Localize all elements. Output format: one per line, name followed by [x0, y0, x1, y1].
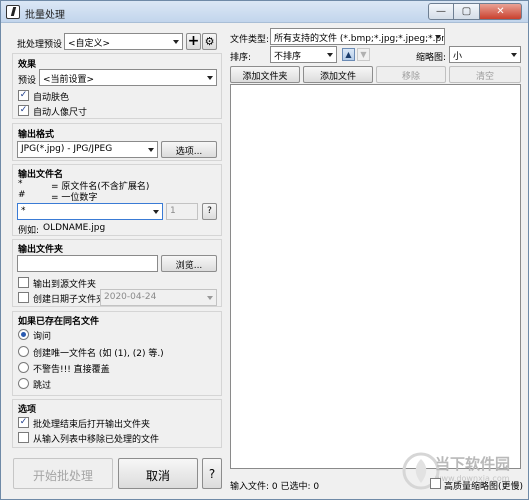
effects-title: 效果	[18, 60, 37, 70]
close-button[interactable]: ✕	[480, 3, 522, 20]
sort-descending-button[interactable]: ▼	[357, 48, 370, 61]
exists-option-skip[interactable]	[18, 378, 29, 389]
thumbnail-size-value: 小	[453, 52, 463, 62]
to-source-label: 输出到源文件夹	[33, 280, 97, 290]
add-file-button[interactable]: 添加文件	[303, 66, 373, 83]
exists-option-label: 询问	[33, 332, 52, 342]
output-format-select[interactable]: JPG(*.jpg) - JPG/JPEG	[17, 141, 158, 158]
help-button[interactable]: ?	[202, 458, 222, 489]
options-title: 选项	[18, 405, 37, 415]
effects-preset-value: <当前设置>	[43, 75, 95, 85]
browse-button[interactable]: 浏览...	[161, 255, 217, 272]
remove-button[interactable]: 移除	[376, 66, 446, 83]
cancel-button[interactable]: 取消	[118, 458, 198, 489]
output-format-value: JPG(*.jpg) - JPG/JPEG	[21, 144, 113, 154]
preset-settings-button[interactable]: ⚙	[202, 33, 217, 50]
output-folder-title: 输出文件夹	[18, 245, 64, 255]
add-folder-button[interactable]: 添加文件夹	[230, 66, 300, 83]
chevron-down-icon	[207, 296, 213, 300]
sort-value: 不排序	[274, 52, 302, 62]
window-controls: — ▢ ✕	[428, 3, 522, 20]
file-type-label: 文件类型:	[230, 35, 270, 45]
chevron-down-icon	[327, 53, 333, 57]
exists-option-overwrite[interactable]	[18, 362, 29, 373]
remove-processed-label: 从输入列表中移除已处理的文件	[33, 435, 160, 445]
sort-select[interactable]: 不排序	[270, 46, 337, 63]
add-preset-button[interactable]: +	[186, 33, 201, 50]
clear-button[interactable]: 清空	[449, 66, 521, 83]
auto-size-label: 自动人像尺寸	[33, 108, 88, 118]
chevron-down-icon	[148, 148, 154, 152]
filename-pattern-value: *	[21, 206, 26, 216]
date-subfolder-label: 创建日期子文件夹	[33, 295, 106, 305]
exists-option-label: 跳过	[33, 381, 52, 391]
chevron-down-icon	[153, 210, 159, 214]
exists-option-label: 不警告!!! 直接覆盖	[33, 365, 110, 375]
date-format-select[interactable]: 2020-04-24	[100, 289, 217, 306]
file-type-value: 所有支持的文件 (*.bmp;*.jpg;*.jpeg;*.png;*	[274, 34, 445, 44]
effects-preset-select[interactable]: <当前设置>	[39, 69, 217, 86]
example-label: 例如:	[18, 226, 40, 236]
chevron-down-icon	[511, 53, 517, 57]
hq-thumbnail-checkbox[interactable]	[430, 478, 441, 489]
start-number-field[interactable]: 1	[166, 203, 198, 220]
date-format-value: 2020-04-24	[104, 292, 157, 302]
filename-pattern-combo[interactable]: *	[17, 203, 163, 220]
thumbnail-label: 缩略图:	[416, 53, 447, 63]
app-icon	[6, 5, 20, 19]
watermark-title: 当下软件园	[435, 455, 511, 473]
filename-help-button[interactable]: ?	[202, 203, 217, 220]
open-after-label: 批处理结束后打开输出文件夹	[33, 420, 151, 430]
maximize-button[interactable]: ▢	[454, 3, 480, 20]
legend-desc-hash: = 一位数字	[51, 193, 98, 203]
file-type-select[interactable]: 所有支持的文件 (*.bmp;*.jpg;*.jpeg;*.png;*	[270, 28, 445, 45]
preset-select-value: <自定义>	[68, 39, 111, 49]
auto-color-checkbox[interactable]: ✓	[18, 90, 29, 101]
remove-processed-checkbox[interactable]	[18, 432, 29, 443]
format-options-button[interactable]: 选项...	[161, 141, 217, 158]
to-source-checkbox[interactable]	[18, 277, 29, 288]
title-bar: 批量处理 — ▢ ✕	[1, 1, 528, 23]
chevron-down-icon	[173, 40, 179, 44]
preset-select[interactable]: <自定义>	[64, 33, 183, 50]
legend-symbol-hash: #	[18, 190, 26, 200]
open-after-checkbox[interactable]: ✓	[18, 417, 29, 428]
sort-label: 排序:	[230, 53, 252, 63]
thumbnail-size-select[interactable]: 小	[449, 46, 521, 63]
start-batch-button[interactable]: 开始批处理	[13, 458, 113, 489]
exists-option-ask[interactable]	[18, 329, 29, 340]
legend-symbol-star: *	[18, 179, 23, 189]
status-text: 输入文件: 0 已选中: 0	[230, 482, 320, 492]
auto-size-checkbox[interactable]: ✓	[18, 105, 29, 116]
chevron-down-icon	[435, 35, 441, 39]
file-exists-title: 如果已存在同名文件	[18, 317, 100, 327]
exists-option-unique[interactable]	[18, 346, 29, 357]
chevron-down-icon	[207, 76, 213, 80]
window-title: 批量处理	[25, 10, 65, 21]
output-folder-field[interactable]	[17, 255, 158, 272]
date-subfolder-checkbox[interactable]	[18, 292, 29, 303]
effects-preset-label: 预设	[18, 76, 37, 86]
output-format-title: 输出格式	[18, 130, 55, 140]
hq-thumbnail-label: 高质量缩略图(更慢)	[444, 482, 524, 492]
input-file-list[interactable]	[230, 84, 521, 469]
auto-color-label: 自动肤色	[33, 93, 70, 103]
example-value: OLDNAME.jpg	[43, 223, 106, 233]
sort-ascending-button[interactable]: ▲	[342, 48, 355, 61]
batch-window: 批量处理 — ▢ ✕ 批处理预设 <自定义> + ⚙ 效果 预设 <当前设置> …	[0, 0, 529, 500]
exists-option-label: 创建唯一文件名 (如 (1), (2) 等.)	[33, 349, 164, 359]
minimize-button[interactable]: —	[428, 3, 454, 20]
preset-label: 批处理预设	[17, 40, 63, 50]
